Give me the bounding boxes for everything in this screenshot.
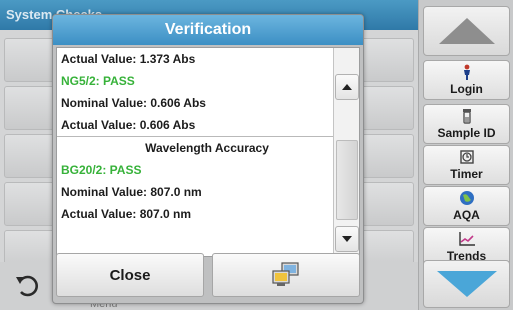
scroll-down-button[interactable] xyxy=(423,260,510,308)
scroll-up-button[interactable] xyxy=(423,6,510,56)
verification-dialog: Verification Nominal Value: 1.373 AbsAct… xyxy=(52,14,364,304)
aqa-globe-icon xyxy=(459,189,475,207)
result-line: Actual Value: 807.0 nm xyxy=(61,207,192,221)
aqa-button[interactable]: AQA xyxy=(423,186,510,226)
person-icon xyxy=(462,63,472,81)
trends-chart-icon xyxy=(458,230,476,248)
result-line: Nominal Value: 807.0 nm xyxy=(61,185,202,199)
dialog-title: Verification xyxy=(53,15,363,45)
scrollbar-thumb[interactable] xyxy=(336,140,358,220)
caret-down-icon xyxy=(342,236,352,242)
result-line: Actual Value: 0.606 Abs xyxy=(61,118,196,132)
pass-status: BG20/2: PASS xyxy=(61,163,142,177)
timer-label: Timer xyxy=(450,167,483,181)
login-label: Login xyxy=(450,82,483,96)
timer-icon xyxy=(459,148,475,166)
close-button[interactable]: Close xyxy=(56,253,204,297)
network-transfer-button[interactable] xyxy=(212,253,360,297)
pass-status: NG5/2: PASS xyxy=(61,74,135,88)
timer-button[interactable]: Timer xyxy=(423,145,510,185)
result-line: Actual Value: 1.373 Abs xyxy=(61,52,196,66)
sample-id-label: Sample ID xyxy=(437,126,496,140)
network-transfer-icon xyxy=(272,262,299,286)
result-line: Nominal Value: 0.606 Abs xyxy=(61,96,206,110)
down-arrow-icon xyxy=(436,271,497,297)
login-button[interactable]: Login xyxy=(423,60,510,100)
up-arrow-icon xyxy=(438,18,495,44)
list-scroll-down-button[interactable] xyxy=(335,226,359,252)
caret-up-icon xyxy=(342,84,352,90)
results-list[interactable]: Nominal Value: 1.373 AbsActual Value: 1.… xyxy=(56,47,360,257)
back-button[interactable] xyxy=(4,266,52,306)
dialog-footer: Close xyxy=(56,251,360,301)
results-scrollbar[interactable] xyxy=(333,48,359,256)
sample-vial-icon xyxy=(461,107,473,125)
section-heading: Wavelength Accuracy xyxy=(145,141,269,155)
aqa-label: AQA xyxy=(453,208,480,222)
sample-id-button[interactable]: Sample ID xyxy=(423,104,510,144)
results-content: Nominal Value: 1.373 AbsActual Value: 1.… xyxy=(57,48,333,225)
back-arrow-icon xyxy=(16,275,38,297)
list-scroll-up-button[interactable] xyxy=(335,74,359,100)
right-sidebar: Login Sample ID Timer AQA Trends xyxy=(418,0,513,310)
